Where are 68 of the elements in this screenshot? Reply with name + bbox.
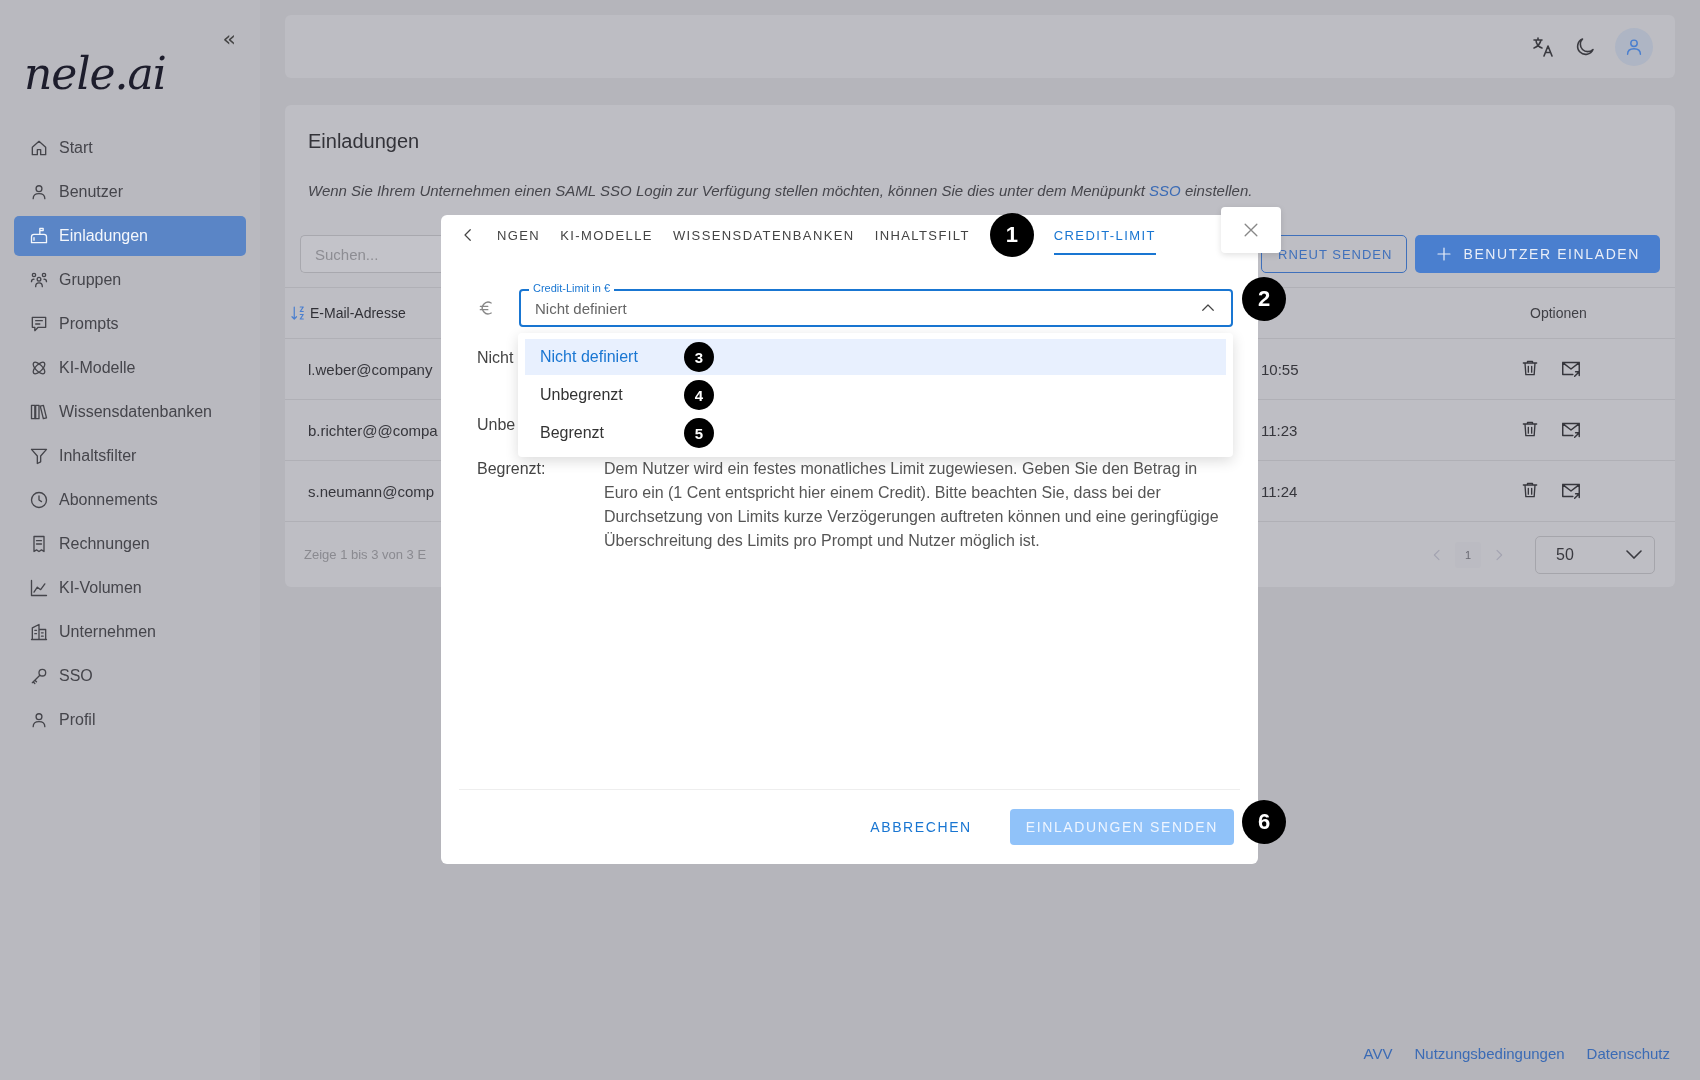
tab[interactable]: INHALTSFILT — [874, 215, 970, 255]
sidebar-item[interactable]: KI-Modelle — [14, 348, 246, 388]
books-icon — [29, 402, 49, 422]
chevron-down-icon — [1626, 550, 1642, 559]
notice-text: Wenn Sie Ihrem Unternehmen einen SAML SSO Login zur Verfügung stellen möchten, können Sie dies unter dem Menüpunkt SSO einstellen. — [308, 182, 1254, 199]
funnel-icon — [29, 446, 49, 466]
page-title: Einladungen — [308, 130, 421, 153]
footer-link[interactable]: Nutzungsbedingungen — [1414, 1045, 1565, 1062]
sidebar-item[interactable]: Abonnements — [14, 480, 246, 520]
column-header: Optionen — [1530, 305, 1587, 321]
callout-marker: 4 — [684, 380, 714, 410]
option-label: Begrenzt: — [477, 460, 546, 477]
building-icon — [29, 622, 49, 642]
chart-icon — [29, 578, 49, 598]
sidebar-item[interactable]: Prompts — [14, 304, 246, 344]
group-icon — [29, 270, 49, 290]
tab[interactable]: WISSENSDATENBANKEN — [672, 215, 855, 255]
tab[interactable]: NGEN — [497, 215, 541, 255]
table-cell: 11:23 — [1261, 421, 1298, 439]
trash-icon — [1520, 358, 1540, 378]
sidebar-item[interactable]: Profil — [14, 700, 246, 740]
chat-icon — [29, 314, 49, 334]
sidebar-item[interactable]: Gruppen — [14, 260, 246, 300]
callout-marker: 1 — [989, 213, 1034, 257]
avatar-button[interactable] — [1615, 27, 1653, 66]
trash-icon — [1520, 419, 1540, 439]
table-cell: 10:55 — [1261, 360, 1299, 378]
sidebar-item[interactable]: Einladungen — [14, 216, 246, 256]
page-size-select[interactable]: 50 — [1535, 535, 1655, 574]
trash-icon — [1520, 480, 1540, 500]
table-cell: b.richter@@compa — [308, 421, 438, 439]
option-label: Unbe — [477, 416, 516, 433]
callout-marker: 5 — [684, 418, 714, 448]
sidebar-item[interactable]: Benutzer — [14, 172, 246, 212]
sidebar-item[interactable]: KI-Volumen — [14, 568, 246, 608]
logo: nele.ai — [24, 48, 166, 99]
sidebar-item[interactable]: Start — [14, 128, 246, 168]
cancel-button[interactable]: ABBRECHEN — [854, 809, 988, 845]
tab[interactable]: KI-MODELLE — [560, 215, 653, 255]
option-description: Dem Nutzer wird ein festes monatliches Limit zugewiesen. Geben Sie den Betrag in Euro ein (1 Cent entspricht hier einem Credit). Bitte beachten Sie, dass bei der Durchsetzung von Limits kurze Verzögerungen auftreten können und eine geringfügige Überschreitung des Limits pro Prompt und Nutzer möglich ist. — [604, 459, 1220, 551]
mailbox-icon — [29, 226, 49, 246]
translate-icon — [1531, 34, 1555, 59]
table-cell: l.weber@company — [308, 360, 433, 378]
sidebar-item[interactable]: Rechnungen — [14, 524, 246, 564]
dropdown-option[interactable]: Unbegrenzt — [540, 386, 623, 404]
collapse-button[interactable]: « — [212, 26, 246, 51]
footer-link[interactable]: AVV — [1363, 1045, 1393, 1062]
invite-button[interactable]: BENUTZER EINLADEN — [1415, 235, 1660, 273]
sidebar-item[interactable]: Inhaltsfilter — [14, 436, 246, 476]
callout-marker: 2 — [1242, 277, 1286, 321]
dropdown-option[interactable]: Begrenzt — [540, 424, 605, 442]
table-cell: s.neumann@comp — [308, 482, 435, 500]
dropdown-option[interactable]: Nicht definiert — [540, 348, 638, 366]
house-icon — [29, 138, 49, 158]
sidebar-item[interactable]: Wissensdatenbanken — [14, 392, 246, 432]
option-label: Nicht — [477, 349, 514, 366]
callout-marker: 6 — [1242, 800, 1286, 844]
sso-link[interactable]: SSO — [1149, 182, 1181, 199]
sidebar-item[interactable]: Unternehmen — [14, 612, 246, 652]
key-icon — [29, 666, 49, 686]
sidebar-item[interactable]: SSO — [14, 656, 246, 696]
table-cell: 11:24 — [1261, 482, 1298, 500]
sort-icon — [289, 304, 307, 322]
close-button[interactable] — [1221, 207, 1281, 253]
tab[interactable]: CREDIT-LIMIT — [1053, 215, 1156, 255]
column-header[interactable]: E-Mail-Adresse — [310, 305, 406, 321]
footer-link[interactable]: Datenschutz — [1586, 1045, 1670, 1062]
clock-icon — [29, 490, 49, 510]
